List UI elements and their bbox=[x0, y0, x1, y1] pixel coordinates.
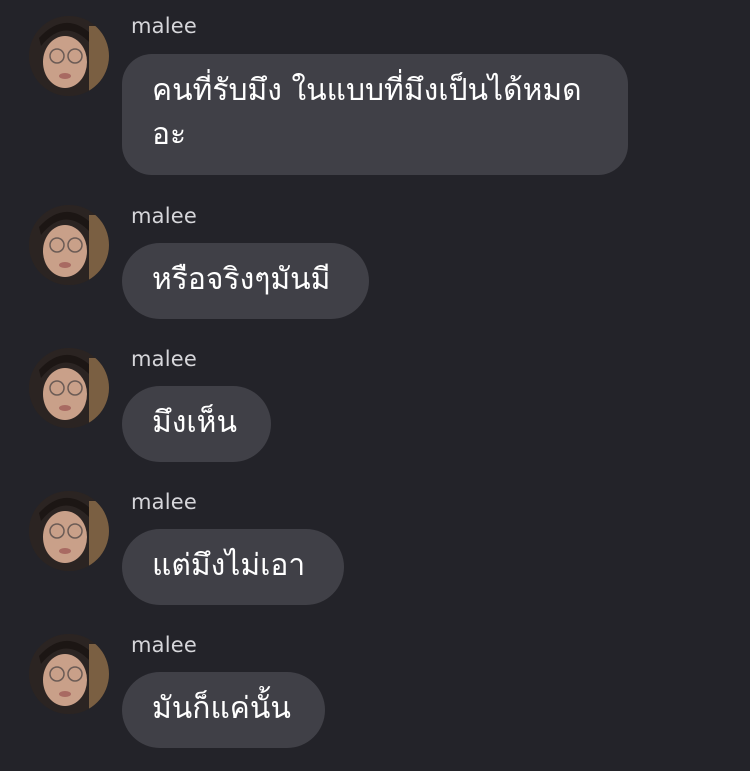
user-avatar-photo-icon bbox=[29, 348, 109, 428]
message-bubble[interactable]: หรือจริงๆมันมี bbox=[122, 243, 369, 319]
message-bubble[interactable]: คนที่รับมึง ในแบบที่มึงเป็นได้หมดอะ bbox=[122, 54, 628, 175]
user-avatar-photo-icon bbox=[29, 634, 109, 714]
sender-name: malee bbox=[131, 204, 197, 228]
user-avatar-photo-icon bbox=[29, 16, 109, 96]
avatar[interactable] bbox=[29, 491, 109, 571]
user-avatar-photo-icon bbox=[29, 491, 109, 571]
message-text: มึงเห็น bbox=[152, 405, 237, 440]
message-text: แต่มึงไม่เอา bbox=[152, 548, 306, 583]
sender-name: malee bbox=[131, 633, 197, 657]
user-avatar-photo-icon bbox=[29, 205, 109, 285]
avatar[interactable] bbox=[29, 16, 109, 96]
message-bubble[interactable]: แต่มึงไม่เอา bbox=[122, 529, 344, 605]
avatar[interactable] bbox=[29, 634, 109, 714]
sender-name: malee bbox=[131, 490, 197, 514]
avatar[interactable] bbox=[29, 348, 109, 428]
sender-name: malee bbox=[131, 347, 197, 371]
message-text: หรือจริงๆมันมี bbox=[152, 262, 331, 297]
message-text: มันก็แค่นั้น bbox=[152, 691, 291, 726]
message-bubble[interactable]: มันก็แค่นั้น bbox=[122, 672, 325, 748]
message-text: คนที่รับมึง ในแบบที่มึงเป็นได้หมดอะ bbox=[152, 73, 582, 152]
message-bubble[interactable]: มึงเห็น bbox=[122, 386, 271, 462]
sender-name: malee bbox=[131, 14, 197, 38]
avatar[interactable] bbox=[29, 205, 109, 285]
